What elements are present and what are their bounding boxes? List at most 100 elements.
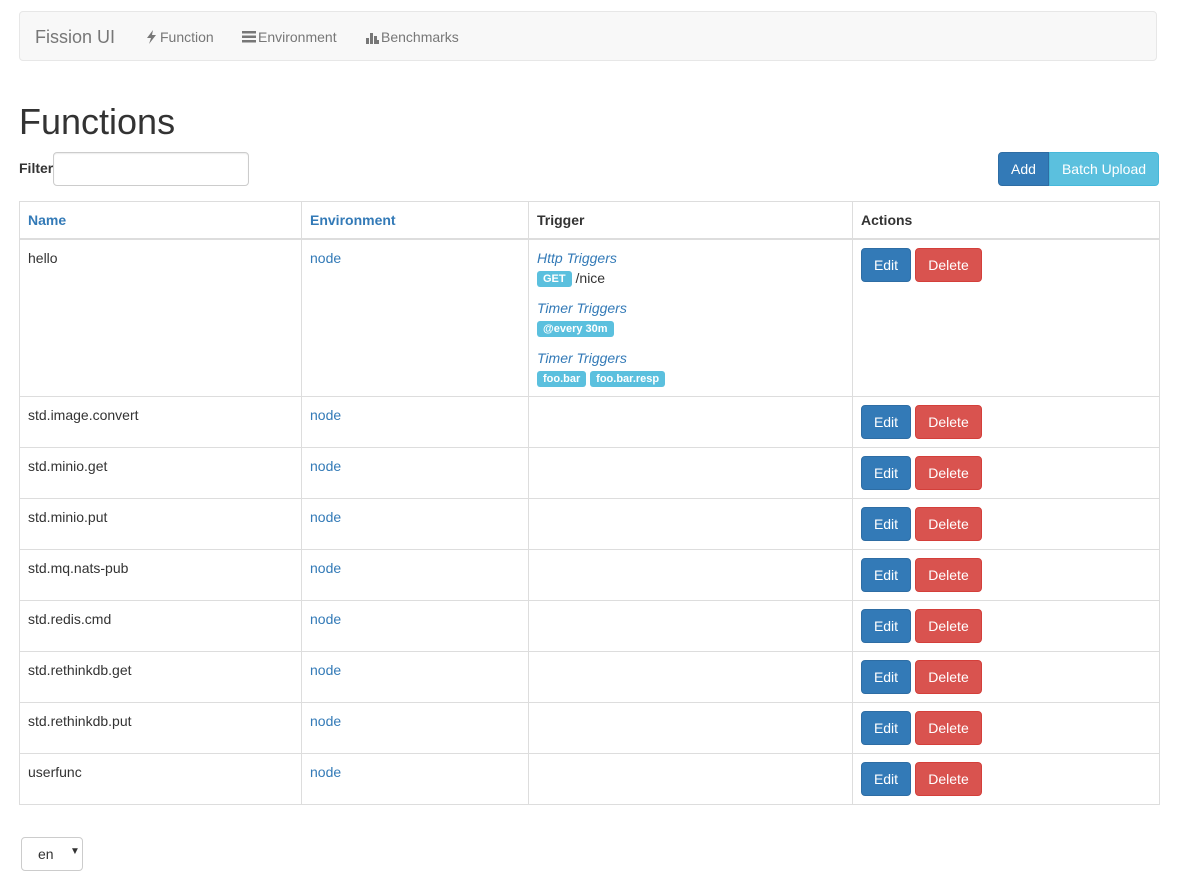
header-name[interactable]: Name <box>19 201 302 240</box>
http-triggers: Http Triggers GET /nice <box>537 248 844 288</box>
delete-button[interactable]: Delete <box>915 456 982 490</box>
trigger-cell <box>528 702 853 754</box>
delete-button[interactable]: Delete <box>915 507 982 541</box>
trigger-cell <box>528 549 853 601</box>
table-row: std.rethinkdb.put node Edit Delete <box>19 702 1160 754</box>
trigger-cell <box>528 447 853 499</box>
header-environment[interactable]: Environment <box>301 201 529 240</box>
actions-cell: Edit Delete <box>852 702 1160 754</box>
environment-link[interactable]: node <box>310 764 341 780</box>
flash-icon <box>147 30 156 44</box>
table-header-row: Name Environment Trigger Actions <box>19 201 1160 240</box>
bar-chart-icon <box>366 32 379 44</box>
environment-link[interactable]: node <box>310 509 341 525</box>
sort-environment-link[interactable]: Environment <box>310 212 396 228</box>
delete-button[interactable]: Delete <box>915 558 982 592</box>
function-name: userfunc <box>19 753 302 805</box>
language-value: en <box>38 846 54 862</box>
table-row: std.image.convert node Edit Delete <box>19 396 1160 448</box>
timer-triggers: Timer Triggers @every 30m <box>537 298 844 338</box>
actions-cell: Edit Delete <box>852 651 1160 703</box>
actions-cell: Edit Delete <box>852 498 1160 550</box>
table-row: std.minio.put node Edit Delete <box>19 498 1160 550</box>
mq-triggers: Timer Triggers foo.bar foo.bar.resp <box>537 348 844 388</box>
header-trigger: Trigger <box>528 201 853 240</box>
delete-button[interactable]: Delete <box>915 405 982 439</box>
nav-function[interactable]: Function <box>146 29 214 45</box>
trigger-cell: Http Triggers GET /nice Timer Triggers @… <box>528 238 853 397</box>
trigger-cell <box>528 651 853 703</box>
nav-benchmarks-label: Benchmarks <box>381 29 459 45</box>
actions-cell: Edit Delete <box>852 600 1160 652</box>
delete-button[interactable]: Delete <box>915 609 982 643</box>
sort-name-link[interactable]: Name <box>28 212 66 228</box>
mq-resp-topic-badge: foo.bar.resp <box>590 371 666 388</box>
edit-button[interactable]: Edit <box>861 660 911 694</box>
functions-table: Name Environment Trigger Actions hello n… <box>19 201 1160 805</box>
environment-link[interactable]: node <box>310 560 341 576</box>
table-row: std.rethinkdb.get node Edit Delete <box>19 651 1160 703</box>
function-name: std.mq.nats-pub <box>19 549 302 601</box>
navbar: Fission UI Function Environment Benchmar… <box>19 11 1157 61</box>
edit-button[interactable]: Edit <box>861 558 911 592</box>
table-row: std.mq.nats-pub node Edit Delete <box>19 549 1160 601</box>
http-triggers-title[interactable]: Http Triggers <box>537 248 844 268</box>
mq-triggers-title[interactable]: Timer Triggers <box>537 348 844 368</box>
environment-link[interactable]: node <box>310 662 341 678</box>
function-name: hello <box>19 238 302 397</box>
edit-button[interactable]: Edit <box>861 609 911 643</box>
add-button[interactable]: Add <box>998 152 1049 186</box>
function-name: std.image.convert <box>19 396 302 448</box>
list-icon <box>242 31 256 43</box>
actions-cell: Edit Delete <box>852 549 1160 601</box>
edit-button[interactable]: Edit <box>861 405 911 439</box>
http-path: /nice <box>575 270 606 286</box>
trigger-cell <box>528 600 853 652</box>
environment-link[interactable]: node <box>310 611 341 627</box>
function-name: std.rethinkdb.get <box>19 651 302 703</box>
trigger-cell <box>528 498 853 550</box>
nav-benchmarks[interactable]: Benchmarks <box>366 29 459 45</box>
table-row: hello node Http Triggers GET /nice Timer… <box>19 238 1160 397</box>
actions-cell: Edit Delete <box>852 238 1160 397</box>
delete-button[interactable]: Delete <box>915 762 982 796</box>
function-name: std.rethinkdb.put <box>19 702 302 754</box>
timer-triggers-title[interactable]: Timer Triggers <box>537 298 844 318</box>
nav-function-label: Function <box>160 29 214 45</box>
http-method-badge: GET <box>537 271 572 288</box>
edit-button[interactable]: Edit <box>861 762 911 796</box>
filter-label: Filter <box>19 160 54 176</box>
page-title: Functions <box>19 101 176 142</box>
environment-link[interactable]: node <box>310 713 341 729</box>
nav-environment[interactable]: Environment <box>242 29 337 45</box>
table-row: std.redis.cmd node Edit Delete <box>19 600 1160 652</box>
table-row: std.minio.get node Edit Delete <box>19 447 1160 499</box>
edit-button[interactable]: Edit <box>861 456 911 490</box>
environment-link[interactable]: node <box>310 407 341 423</box>
edit-button[interactable]: Edit <box>861 248 911 282</box>
brand[interactable]: Fission UI <box>35 27 115 48</box>
actions-cell: Edit Delete <box>852 447 1160 499</box>
language-select[interactable]: en ▼ <box>21 837 83 871</box>
edit-button[interactable]: Edit <box>861 507 911 541</box>
actions-cell: Edit Delete <box>852 753 1160 805</box>
timer-cron-badge: @every 30m <box>537 321 614 338</box>
edit-button[interactable]: Edit <box>861 711 911 745</box>
actions-cell: Edit Delete <box>852 396 1160 448</box>
caret-down-icon: ▼ <box>70 846 80 857</box>
delete-button[interactable]: Delete <box>915 660 982 694</box>
batch-upload-button[interactable]: Batch Upload <box>1049 152 1159 186</box>
mq-topic-badge: foo.bar <box>537 371 587 388</box>
function-name: std.minio.put <box>19 498 302 550</box>
nav-environment-label: Environment <box>258 29 337 45</box>
filter-input[interactable] <box>53 152 249 186</box>
trigger-cell <box>528 396 853 448</box>
delete-button[interactable]: Delete <box>915 248 982 282</box>
function-name: std.redis.cmd <box>19 600 302 652</box>
function-name: std.minio.get <box>19 447 302 499</box>
table-row: userfunc node Edit Delete <box>19 753 1160 805</box>
environment-link[interactable]: node <box>310 250 341 266</box>
delete-button[interactable]: Delete <box>915 711 982 745</box>
trigger-cell <box>528 753 853 805</box>
environment-link[interactable]: node <box>310 458 341 474</box>
